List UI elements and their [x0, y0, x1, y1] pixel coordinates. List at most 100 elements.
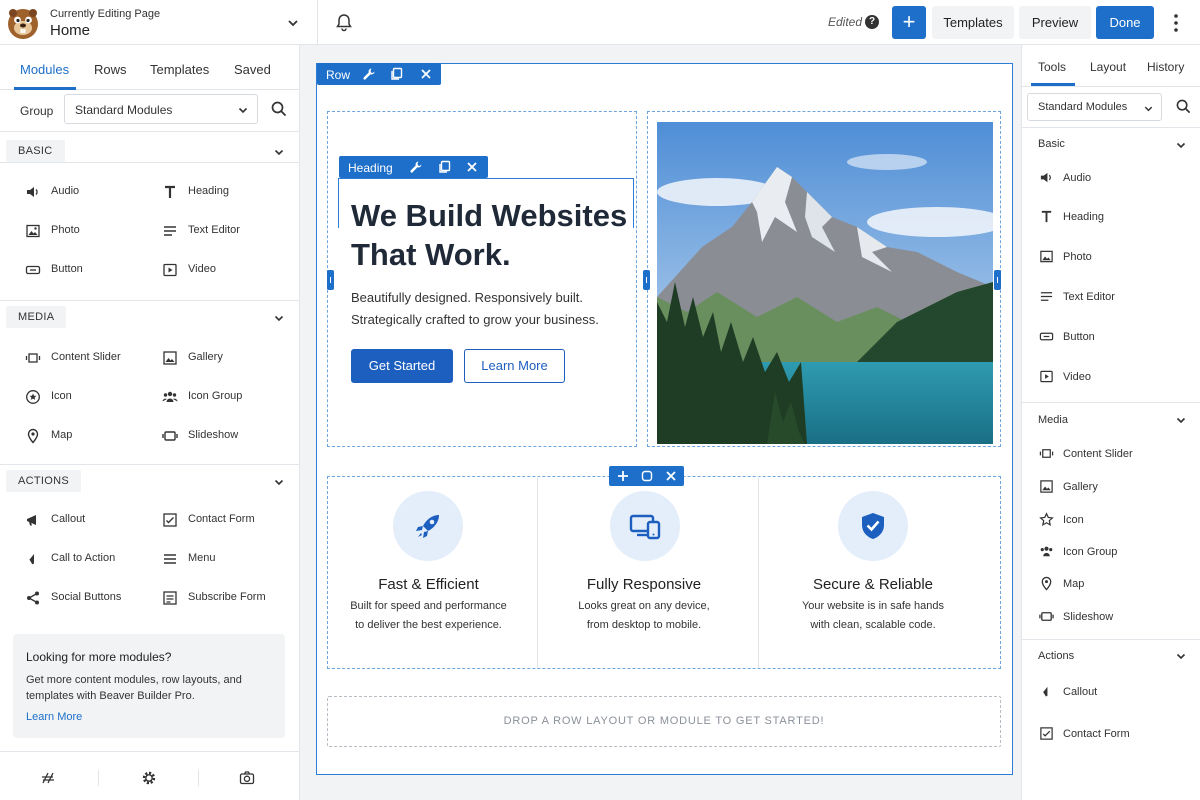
- module-label: Callout: [51, 513, 86, 525]
- star-icon: [1039, 512, 1054, 527]
- tab-rows[interactable]: Rows: [94, 62, 127, 77]
- row-toolbar[interactable]: Row: [317, 63, 441, 85]
- group-select-value: Standard Modules: [75, 103, 173, 117]
- row-drop-zone[interactable]: DROP A ROW LAYOUT OR MODULE TO GET START…: [327, 696, 1001, 747]
- column-resize-handle[interactable]: [327, 270, 334, 290]
- tab-tools[interactable]: Tools: [1038, 60, 1066, 74]
- learn-more-button[interactable]: Learn More: [464, 349, 565, 383]
- get-started-button[interactable]: Get Started: [351, 349, 453, 383]
- video-icon: [163, 263, 177, 277]
- text-editor-icon: [1040, 292, 1053, 301]
- share-icon: [27, 591, 39, 605]
- group-filter: Group Standard Modules: [0, 90, 299, 132]
- features-row-toolbar[interactable]: [609, 466, 684, 486]
- column-divider: [537, 476, 538, 668]
- subscribe-icon: [163, 591, 177, 605]
- learn-more-link[interactable]: Learn More: [26, 711, 82, 723]
- rocket-icon: [416, 515, 439, 538]
- tab-templates[interactable]: Templates: [150, 62, 209, 77]
- contact-form-icon: [163, 513, 177, 527]
- icon-group-icon: [1040, 546, 1053, 557]
- feature-title: Fully Responsive: [586, 576, 702, 593]
- divider: [198, 770, 199, 786]
- templates-button[interactable]: Templates: [932, 6, 1014, 39]
- chevron-down-icon[interactable]: [1175, 650, 1187, 662]
- hero-subtext[interactable]: Beautifully designed. Responsively built…: [351, 287, 599, 331]
- add-content-button[interactable]: +: [892, 6, 926, 39]
- search-icon[interactable]: [1176, 99, 1191, 114]
- done-button[interactable]: Done: [1096, 6, 1154, 39]
- tool-label: Icon: [1063, 514, 1084, 526]
- edited-status: Edited: [828, 15, 863, 29]
- section-actions[interactable]: Actions: [1038, 650, 1074, 662]
- section-title: ACTIONS: [6, 470, 81, 492]
- search-icon[interactable]: [271, 101, 287, 117]
- panel-footer: [0, 751, 299, 800]
- page-switcher[interactable]: Currently Editing Page Home: [0, 0, 318, 45]
- divider: [98, 770, 99, 786]
- feature-description-line: Looks great on any device,: [578, 600, 710, 612]
- more-options-icon[interactable]: [1170, 13, 1182, 33]
- tab-layout[interactable]: Layout: [1090, 60, 1126, 74]
- section-title: MEDIA: [6, 306, 67, 328]
- close-icon[interactable]: [465, 160, 479, 174]
- feature-title: Fast & Efficient: [378, 576, 479, 593]
- plus-icon[interactable]: [616, 469, 630, 483]
- group-select[interactable]: Standard Modules: [1027, 93, 1162, 121]
- photo-icon: [1040, 250, 1053, 263]
- module-label: Video: [188, 263, 216, 275]
- gallery-icon: [163, 351, 177, 365]
- preview-button[interactable]: Preview: [1019, 6, 1091, 39]
- feature-description: Looks great on any device, from desktop …: [544, 597, 744, 635]
- tab-saved[interactable]: Saved: [234, 62, 271, 77]
- tool-label: Button: [1063, 331, 1095, 343]
- heading-icon: [165, 185, 175, 198]
- wrench-icon[interactable]: [409, 160, 423, 174]
- chevron-down-icon[interactable]: [286, 16, 300, 30]
- tools-panel: Tools Layout History Standard Modules Ba…: [1021, 45, 1200, 800]
- feature-description-line: with clean, scalable code.: [810, 619, 936, 631]
- bell-icon[interactable]: [334, 12, 354, 32]
- divider: [0, 162, 299, 163]
- feature-description: Your website is in safe hands with clean…: [766, 597, 980, 635]
- camera-icon[interactable]: [239, 770, 255, 786]
- hero-subtext-line: Strategically crafted to grow your busin…: [351, 312, 599, 327]
- duplicate-icon[interactable]: [640, 469, 654, 483]
- pro-upsell-card: Looking for more modules? Get more conte…: [13, 634, 285, 738]
- tool-label: Callout: [1063, 686, 1098, 698]
- close-icon[interactable]: [419, 67, 433, 81]
- section-actions[interactable]: ACTIONS: [0, 464, 299, 497]
- photo-icon: [26, 224, 40, 238]
- audio-icon: [27, 187, 38, 197]
- chevron-down-icon[interactable]: [1175, 139, 1187, 151]
- wrench-icon[interactable]: [362, 67, 376, 81]
- section-media[interactable]: MEDIA: [0, 300, 299, 333]
- chevron-down-icon[interactable]: [1175, 414, 1187, 426]
- section-basic[interactable]: Basic: [1038, 138, 1065, 150]
- hero-heading[interactable]: We Build Websites That Work.: [351, 196, 627, 274]
- settings-gear-icon[interactable]: [141, 770, 157, 786]
- section-media[interactable]: Media: [1038, 414, 1068, 426]
- mountain-lake-photo[interactable]: [657, 122, 993, 444]
- chevron-down-icon: [274, 149, 284, 156]
- tool-label: Icon Group: [1063, 546, 1118, 558]
- audio-icon: [1040, 172, 1051, 183]
- column-resize-handle[interactable]: [994, 270, 1001, 290]
- feature-description-line: Your website is in safe hands: [801, 600, 945, 612]
- tab-history[interactable]: History: [1147, 60, 1184, 74]
- map-pin-icon: [1041, 576, 1052, 591]
- hero-subtext-line: Beautifully designed. Responsively built…: [351, 290, 583, 305]
- heading-toolbar[interactable]: Heading: [339, 156, 488, 178]
- button-icon: [25, 265, 41, 275]
- group-select[interactable]: Standard Modules: [64, 94, 258, 124]
- help-icon[interactable]: ?: [865, 15, 879, 29]
- duplicate-icon[interactable]: [390, 67, 404, 81]
- tab-modules[interactable]: Modules: [20, 62, 69, 77]
- hero-heading-line: We Build Websites: [351, 198, 628, 233]
- tool-label: Slideshow: [1063, 611, 1114, 623]
- shortcuts-icon[interactable]: [40, 770, 56, 786]
- close-icon[interactable]: [664, 469, 678, 483]
- column-resize-handle[interactable]: [643, 270, 650, 290]
- promo-title: Looking for more modules?: [26, 650, 172, 664]
- duplicate-icon[interactable]: [438, 160, 452, 174]
